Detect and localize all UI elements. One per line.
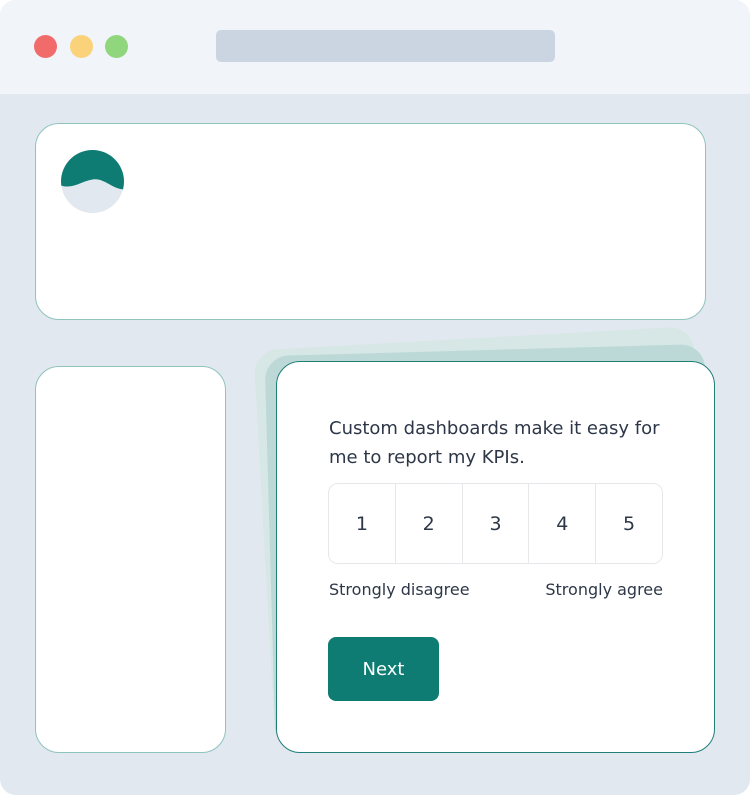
browser-window: Custom dashboards make it easy for me to…	[0, 0, 750, 795]
rating-option-2[interactable]: 2	[395, 484, 463, 563]
scale-min-label: Strongly disagree	[329, 580, 470, 599]
next-button[interactable]: Next	[328, 637, 439, 701]
header-card	[35, 123, 706, 320]
survey-question: Custom dashboards make it easy for me to…	[329, 418, 660, 468]
rating-option-3[interactable]: 3	[462, 484, 530, 563]
minimize-window-button[interactable]	[70, 35, 93, 58]
wave-logo-icon	[61, 150, 124, 213]
scale-max-label: Strongly agree	[545, 580, 663, 599]
rating-option-1[interactable]: 1	[329, 484, 396, 563]
rating-option-5[interactable]: 5	[596, 484, 662, 563]
survey-card: Custom dashboards make it easy for me to…	[276, 361, 715, 753]
rating-scale: 1 2 3 4 5	[328, 483, 663, 564]
browser-titlebar	[0, 0, 750, 95]
address-bar[interactable]	[216, 30, 555, 62]
close-window-button[interactable]	[34, 35, 57, 58]
maximize-window-button[interactable]	[105, 35, 128, 58]
rating-option-4[interactable]: 4	[529, 484, 597, 563]
sidebar-card	[35, 366, 226, 753]
